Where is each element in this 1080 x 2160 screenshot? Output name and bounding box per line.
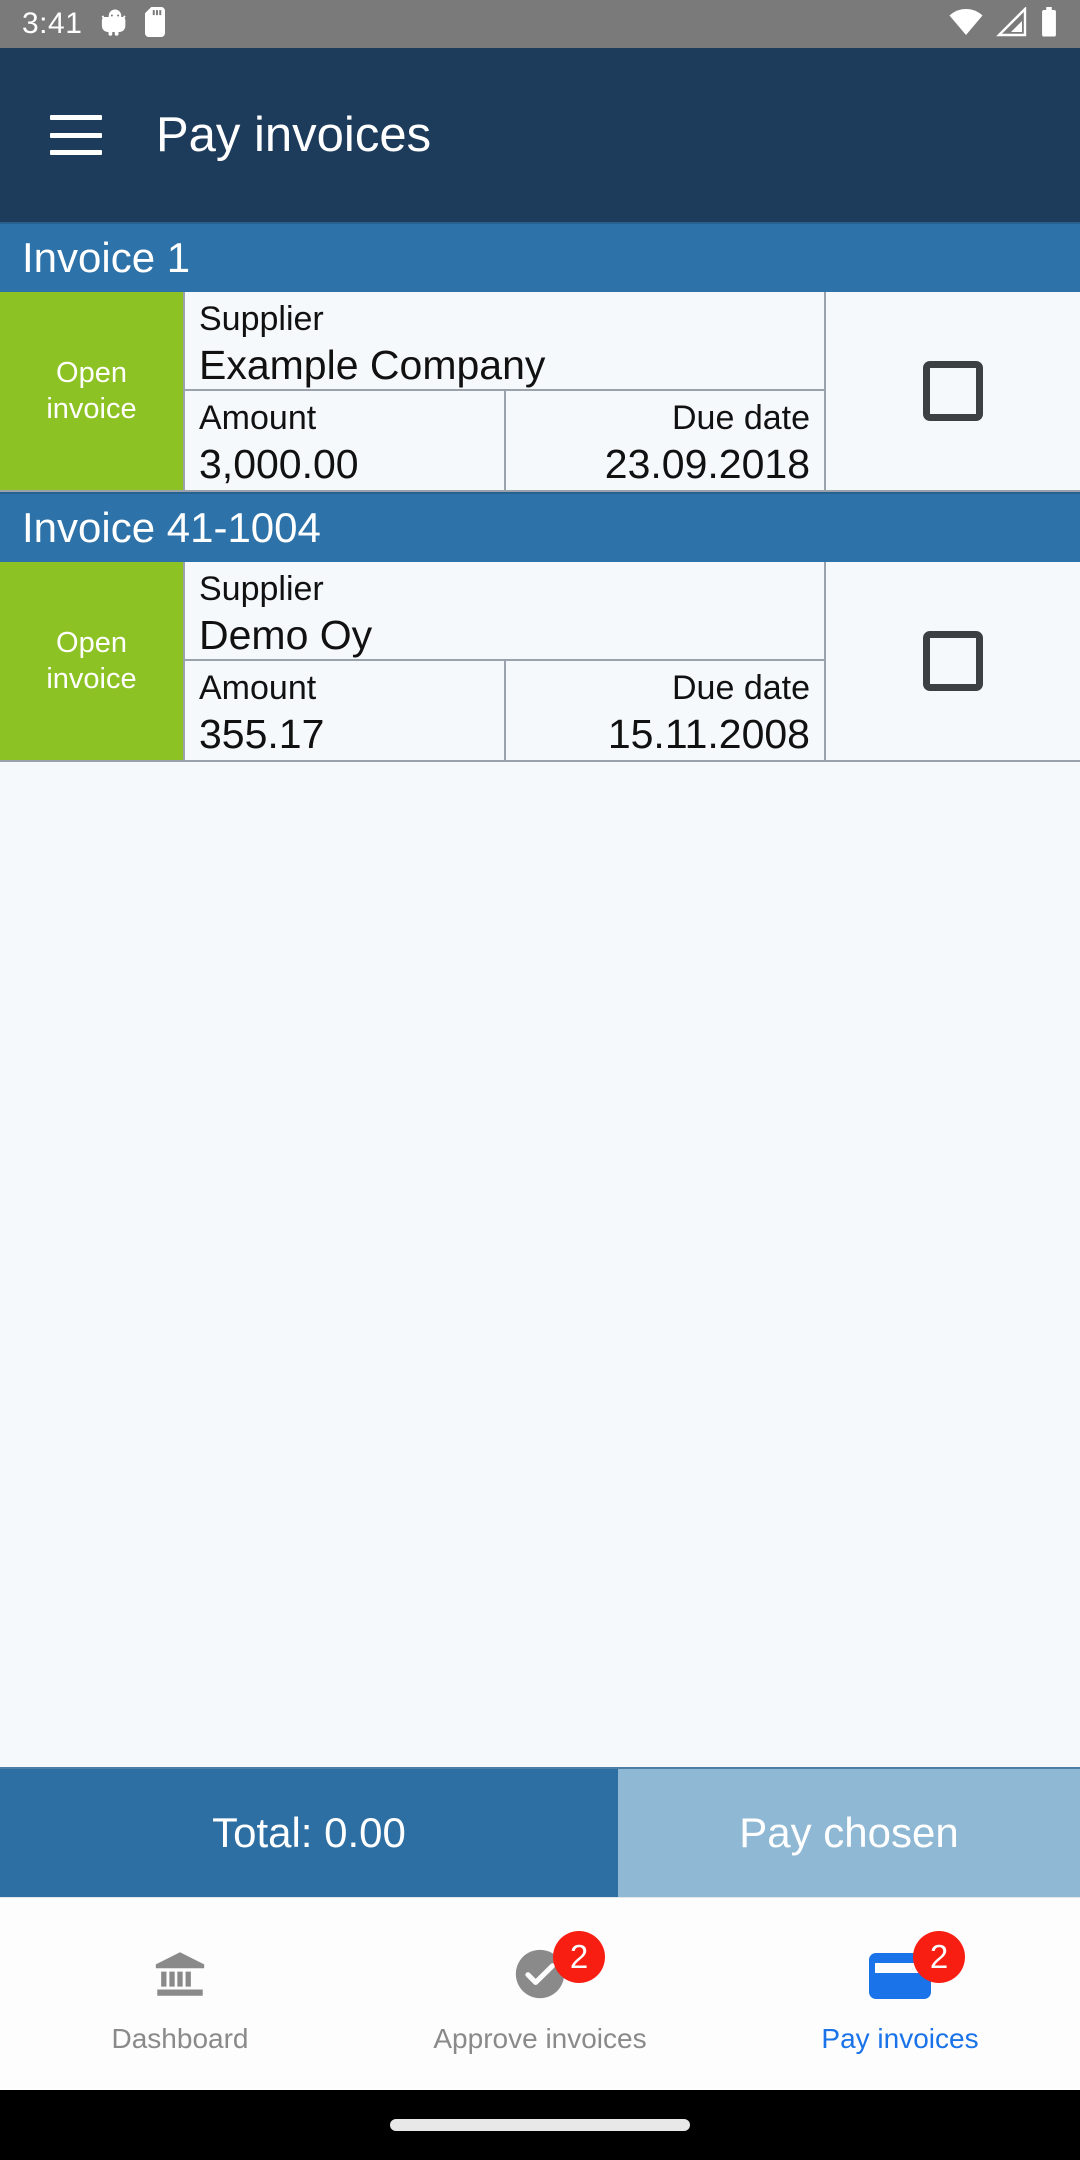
amount-label: Amount (199, 669, 317, 707)
invoice-section-header: Invoice 41-1004 (0, 492, 1080, 562)
invoice-status-badge: Open invoice (0, 562, 183, 760)
invoice-details: Supplier Demo Oy Amount 355.17 Due date … (183, 562, 824, 760)
tab-pay-invoices-label: Pay invoices (821, 2023, 979, 2054)
invoice-number-label: Invoice 1 (22, 234, 191, 281)
hamburger-line (50, 150, 102, 155)
approve-invoices-badge: 2 (553, 1931, 605, 1983)
invoice-section-header: Invoice 1 (0, 222, 1080, 292)
android-gear-icon (100, 7, 130, 42)
invoice-select-checkbox[interactable] (923, 631, 983, 691)
tab-approve-invoices[interactable]: 2 Approve invoices (360, 1898, 720, 2090)
invoice-select-cell[interactable] (824, 562, 1080, 760)
supplier-cell: Supplier Demo Oy (183, 562, 824, 661)
due-date-value: 23.09.2018 (604, 440, 810, 487)
pay-chosen-button[interactable]: Pay chosen (618, 1769, 1080, 1897)
status-bar-right-icons (948, 5, 1058, 42)
wifi-icon (948, 7, 984, 42)
tab-dashboard[interactable]: Dashboard (0, 1898, 360, 2090)
tab-dashboard-label: Dashboard (111, 2023, 249, 2054)
status-bar-clock: 3:41 (22, 7, 83, 40)
invoice-details: Supplier Example Company Amount 3,000.00… (183, 292, 824, 490)
invoice-number-label: Invoice 41-1004 (22, 504, 321, 551)
battery-icon (1040, 6, 1058, 42)
invoice-row[interactable]: Open invoice Supplier Example Company Am… (0, 292, 1080, 492)
amount-cell: Amount 3,000.00 (183, 391, 504, 490)
page-title: Pay invoices (156, 107, 432, 162)
tab-pay-invoices[interactable]: 2 Pay invoices (720, 1898, 1080, 2090)
dashboard-icon-wrap (145, 1945, 215, 2007)
due-date-cell: Due date 15.11.2008 (503, 661, 825, 760)
supplier-cell: Supplier Example Company (183, 292, 824, 391)
total-amount-display: Total: 0.00 (0, 1769, 618, 1897)
hamburger-line (50, 132, 102, 138)
supplier-label: Supplier (199, 570, 324, 608)
pay-icon-wrap: 2 (865, 1931, 965, 2007)
status-bar-left-icons (100, 6, 166, 42)
supplier-value: Demo Oy (199, 611, 373, 658)
amount-cell: Amount 355.17 (183, 661, 504, 760)
amount-label: Amount (199, 399, 317, 437)
cellular-signal-icon (996, 5, 1028, 42)
invoice-list: Invoice 1 Open invoice Supplier Example … (0, 222, 1080, 762)
amount-value: 3,000.00 (199, 440, 359, 487)
bottom-navigation-bar: Dashboard 2 Approve invoices 2 Pay invoi… (0, 1897, 1080, 2090)
supplier-value: Example Company (199, 341, 546, 388)
due-date-label: Due date (672, 669, 810, 707)
due-date-label: Due date (672, 399, 810, 437)
tab-approve-invoices-label: Approve invoices (433, 2023, 647, 2054)
hamburger-line (50, 115, 102, 120)
bank-icon (151, 1945, 209, 2008)
approve-icon-wrap: 2 (505, 1931, 605, 2007)
invoice-status-line1: Open (56, 356, 127, 389)
supplier-label: Supplier (199, 300, 324, 338)
due-date-cell: Due date 23.09.2018 (503, 391, 825, 490)
invoice-row[interactable]: Open invoice Supplier Demo Oy Amount 355… (0, 562, 1080, 762)
invoice-select-checkbox[interactable] (923, 361, 983, 421)
invoice-status-badge: Open invoice (0, 292, 183, 490)
amount-due-row: Amount 355.17 Due date 15.11.2008 (183, 661, 824, 760)
hamburger-menu-icon[interactable] (50, 115, 102, 155)
status-bar: 3:41 (0, 0, 1080, 48)
invoice-status-line2: invoice (46, 663, 137, 695)
system-gesture-bar (0, 2090, 1080, 2160)
amount-due-row: Amount 3,000.00 Due date 23.09.2018 (183, 391, 824, 490)
home-gesture-pill[interactable] (390, 2119, 690, 2131)
invoice-status-line1: Open (56, 626, 127, 659)
amount-value: 355.17 (199, 710, 325, 757)
phone-screen: 3:41 Pay invoices Invoice 1 Open invoice… (0, 0, 1080, 2160)
app-bar: Pay invoices (0, 48, 1080, 222)
due-date-value: 15.11.2008 (607, 710, 810, 757)
total-action-bar: Total: 0.00 Pay chosen (0, 1767, 1080, 1897)
sd-card-icon (144, 6, 166, 42)
invoice-status-line2: invoice (46, 393, 137, 425)
invoice-select-cell[interactable] (824, 292, 1080, 490)
pay-invoices-badge: 2 (913, 1931, 965, 1983)
